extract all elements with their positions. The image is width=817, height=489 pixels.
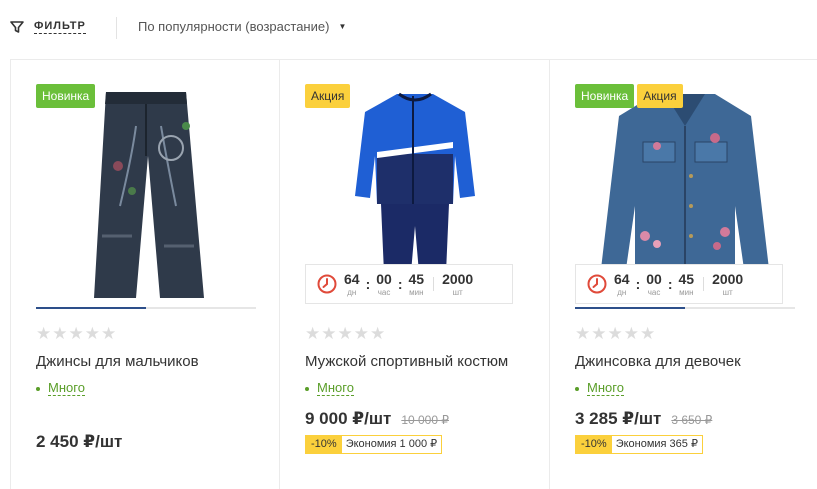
savings-label: Экономия 365 ₽ <box>611 436 702 453</box>
discount-badge: -10% Экономия 1 000 ₽ <box>305 435 443 454</box>
countdown-timer: 64 дн : 00 час : 45 мин 2000 шт <box>305 264 513 304</box>
timer-minutes: 45 мин <box>678 270 695 297</box>
badges: Акция <box>305 84 351 108</box>
timer-minutes: 45 мин <box>408 270 425 297</box>
discount-percent: -10% <box>306 436 342 453</box>
image-gallery-indicator <box>575 307 795 309</box>
old-price: 10 000 ₽ <box>401 413 449 427</box>
badges: Новинка Акция <box>575 84 683 108</box>
image-gallery-indicator <box>36 307 256 309</box>
timer-hours: 00 час <box>646 270 662 297</box>
sort-select[interactable]: По популярности (возрастание) ▼ <box>138 19 346 34</box>
stock-dot-icon <box>575 386 579 391</box>
stock-status[interactable]: Много <box>575 381 624 396</box>
filter-icon <box>10 20 24 33</box>
price-row: 9 000 ₽/шт 10 000 ₽ <box>305 409 449 429</box>
badges: Новинка <box>36 84 96 108</box>
product-title[interactable]: Джинсы для мальчиков <box>36 353 199 370</box>
rating-stars: ★★★★★ <box>36 324 118 343</box>
badge-new: Новинка <box>575 84 635 108</box>
timer-quantity: 2000 шт <box>442 270 474 297</box>
product-grid: Новинка ★★★★★ Джинсы для мальчиков Много… <box>10 59 817 489</box>
price: 9 000 ₽/шт <box>305 409 392 428</box>
discount-percent: -10% <box>576 436 612 453</box>
savings-label: Экономия 1 000 ₽ <box>341 436 442 453</box>
discount-badge: -10% Экономия 365 ₽ <box>575 435 703 454</box>
price: 3 285 ₽/шт <box>575 409 662 428</box>
stock-dot-icon <box>305 386 309 391</box>
timer-days: 64 дн <box>614 270 630 297</box>
product-card[interactable]: Акция 64 дн : 00 час: 45 мин 2000 шт ★★… <box>280 60 550 489</box>
product-card[interactable]: Новинка Акция 64 дн: 00 час: 45 мин 20… <box>550 60 817 489</box>
gallery-active-segment <box>36 307 146 309</box>
price-row: 3 285 ₽/шт 3 650 ₽ <box>575 409 712 429</box>
toolbar-divider <box>116 17 117 39</box>
stock-dot-icon <box>36 386 40 391</box>
caret-down-icon: ▼ <box>338 22 347 31</box>
product-card[interactable]: Новинка ★★★★★ Джинсы для мальчиков Много… <box>10 60 280 489</box>
price: 2 450 ₽/шт <box>36 432 123 451</box>
old-price: 3 650 ₽ <box>671 413 713 427</box>
timer-hours: 00 час <box>376 270 392 297</box>
filter-label: ФИЛЬТР <box>34 20 86 34</box>
stock-label: Много <box>48 380 85 396</box>
catalog-toolbar: ФИЛЬТР По популярности (возрастание) ▼ <box>0 0 817 58</box>
badge-new: Новинка <box>36 84 96 108</box>
stock-status[interactable]: Много <box>36 381 85 396</box>
sort-label: По популярности (возрастание) <box>138 19 330 34</box>
timer-days: 64 дн <box>344 270 360 297</box>
filter-button[interactable]: ФИЛЬТР <box>10 19 86 34</box>
rating-stars: ★★★★★ <box>305 324 387 343</box>
stock-label: Много <box>317 380 354 396</box>
product-image[interactable] <box>36 86 256 306</box>
clock-icon <box>587 274 607 294</box>
badge-sale: Акция <box>305 84 351 108</box>
product-title[interactable]: Мужской спортивный костюм <box>305 353 508 370</box>
countdown-timer: 64 дн : 00 час : 45 мин 2000 шт <box>575 264 783 304</box>
product-title[interactable]: Джинсовка для девочек <box>575 353 741 370</box>
rating-stars: ★★★★★ <box>575 324 657 343</box>
jeans-image <box>94 92 204 298</box>
badge-sale: Акция <box>637 84 683 108</box>
gallery-active-segment <box>575 307 685 309</box>
stock-label: Много <box>587 380 624 396</box>
clock-icon <box>317 274 337 294</box>
stock-status[interactable]: Много <box>305 381 354 396</box>
timer-quantity: 2000 шт <box>712 270 744 297</box>
